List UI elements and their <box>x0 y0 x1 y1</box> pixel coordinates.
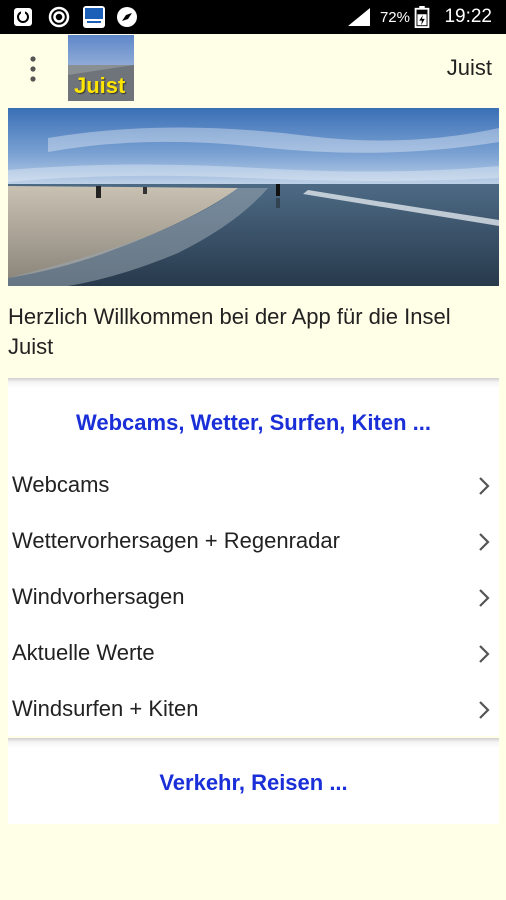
list-item-current-values[interactable]: Aktuelle Werte <box>8 626 499 682</box>
chevron-right-icon <box>479 701 490 719</box>
chevron-right-icon <box>479 477 490 495</box>
section-card-travel: Verkehr, Reisen ... <box>8 738 499 824</box>
battery-icon <box>414 6 430 28</box>
chevron-right-icon <box>479 589 490 607</box>
app-title: Juist <box>446 55 492 80</box>
card-divider <box>8 378 499 388</box>
list-item-label: Aktuelle Werte <box>12 640 155 665</box>
list-item-weather[interactable]: Wettervorhersagen + Regenradar <box>8 514 499 570</box>
list-item-label: Windsurfen + Kiten <box>12 696 199 721</box>
signal-icon <box>348 8 370 26</box>
chevron-right-icon <box>479 645 490 663</box>
app-logo-text: Juist <box>74 73 126 98</box>
battery-percent: 72% <box>379 9 410 26</box>
section-title-travel[interactable]: Verkehr, Reisen ... <box>8 770 499 796</box>
target-icon <box>48 6 70 28</box>
card-divider <box>8 738 499 748</box>
list-item-wind-forecast[interactable]: Windvorhersagen <box>8 570 499 626</box>
sync-box-icon <box>14 8 32 26</box>
more-vert-icon[interactable] <box>22 54 44 84</box>
list-item-windsurf-kite[interactable]: Windsurfen + Kiten <box>8 682 499 738</box>
clock: 19:22 <box>444 6 492 27</box>
list-item-label: Wettervorhersagen + Regenradar <box>12 528 340 553</box>
section-card-webcams: Webcams, Wetter, Surfen, Kiten ... Webca… <box>8 378 499 736</box>
welcome-text: Herzlich Willkommen bei der App für die … <box>8 304 451 359</box>
app-logo: Juist <box>68 35 134 101</box>
list-item-label: Webcams <box>12 472 110 497</box>
app-bar: Juist Juist <box>0 34 506 102</box>
list-item-label: Windvorhersagen <box>12 584 185 609</box>
chevron-right-icon <box>479 533 490 551</box>
compass-icon <box>117 7 137 27</box>
status-bar: 72% 19:22 <box>0 0 506 34</box>
haz-app-icon <box>83 6 105 28</box>
section-title-webcams[interactable]: Webcams, Wetter, Surfen, Kiten ... <box>8 410 499 436</box>
hero-beach-image <box>8 108 499 286</box>
list-item-webcams[interactable]: Webcams <box>8 458 499 514</box>
